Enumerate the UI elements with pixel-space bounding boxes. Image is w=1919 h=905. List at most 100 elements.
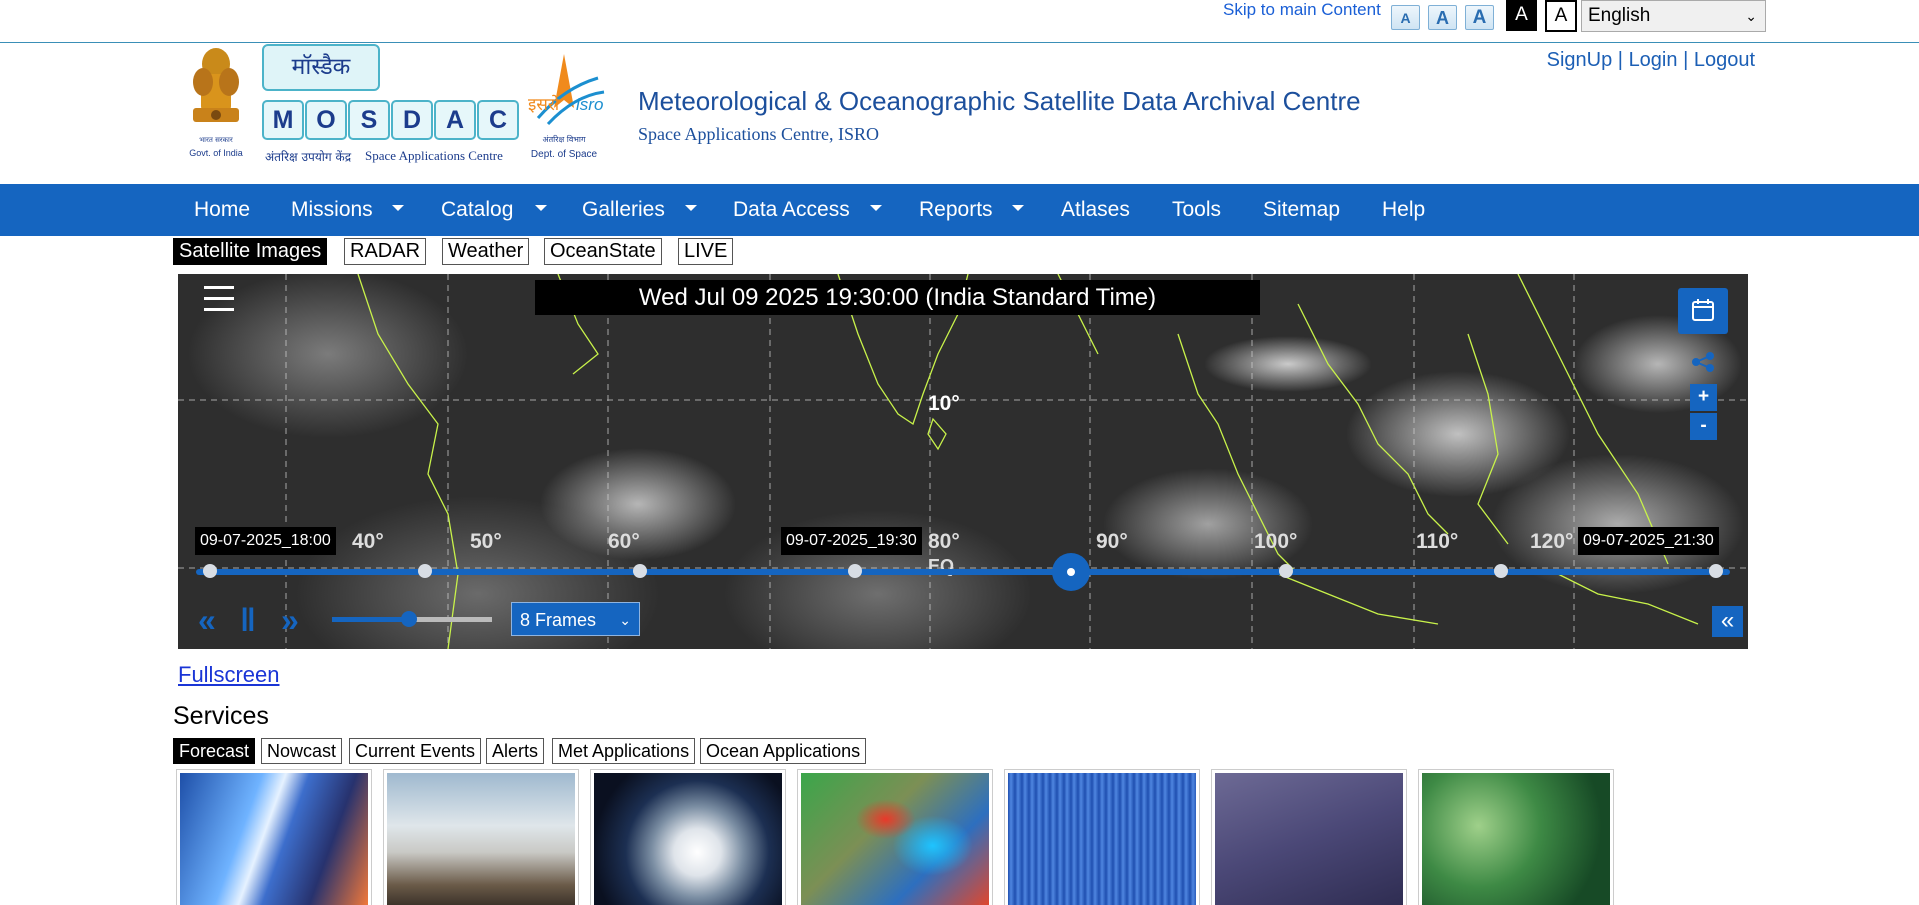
logo-letter: S — [348, 100, 390, 140]
site-subtitle: Space Applications Centre, ISRO — [638, 124, 879, 144]
service-thumbnail[interactable] — [1418, 769, 1614, 905]
service-thumbnail[interactable] — [176, 769, 372, 905]
font-size-small-button[interactable]: A — [1391, 5, 1420, 30]
skip-to-main-link[interactable]: Skip to main Content — [1223, 0, 1381, 20]
time-current-label: 09-07-2025_19:30 — [781, 527, 922, 555]
font-size-large-button[interactable]: A — [1465, 5, 1494, 30]
tab-met-applications[interactable]: Met Applications — [552, 738, 696, 764]
high-contrast-button[interactable]: A — [1506, 0, 1537, 31]
speed-slider-fill — [332, 617, 409, 622]
nav-reports[interactable]: Reports — [919, 184, 993, 236]
auth-links: SignUp | Login | Logout — [1547, 49, 1755, 72]
layers-icon[interactable] — [1690, 350, 1718, 372]
weather-forecast-image — [180, 773, 368, 905]
separator: | — [1617, 49, 1623, 71]
frames-select-value: 8 Frames — [520, 610, 597, 630]
tab-oceanstate[interactable]: OceanState — [544, 238, 662, 265]
zoom-out-button[interactable]: - — [1690, 413, 1717, 440]
service-thumbnail[interactable] — [1004, 769, 1200, 905]
nav-galleries[interactable]: Galleries — [582, 184, 665, 236]
tab-satellite-images[interactable]: Satellite Images — [173, 238, 328, 265]
longitude-label: 40° — [352, 530, 384, 553]
next-frame-button[interactable]: » — [281, 602, 299, 639]
language-value: English — [1588, 5, 1651, 26]
nav-tools[interactable]: Tools — [1172, 184, 1221, 236]
time-slider-tick[interactable] — [1709, 564, 1723, 578]
nav-sitemap[interactable]: Sitemap — [1263, 184, 1340, 236]
language-select[interactable]: English ⌄ — [1581, 0, 1766, 32]
service-thumbnail[interactable] — [590, 769, 786, 905]
nav-home[interactable]: Home — [194, 184, 250, 236]
service-thumbnail[interactable] — [383, 769, 579, 905]
longitude-label: 110° — [1416, 530, 1459, 553]
chevron-down-icon: ⌄ — [619, 612, 631, 628]
tab-ocean-applications[interactable]: Ocean Applications — [700, 738, 867, 764]
logo-caption-hindi: अंतरिक्ष उपयोग केंद्र — [265, 150, 352, 164]
tab-live[interactable]: LIVE — [678, 238, 734, 265]
zoom-in-button[interactable]: + — [1690, 384, 1717, 411]
normal-contrast-button[interactable]: A — [1545, 0, 1577, 32]
main-navbar: Home Missions Catalog Galleries Data Acc… — [0, 184, 1919, 236]
tab-forecast[interactable]: Forecast — [173, 738, 256, 764]
logout-link[interactable]: Logout — [1694, 49, 1755, 71]
font-size-normal-button[interactable]: A — [1428, 5, 1457, 30]
longitude-label: 80° — [928, 530, 960, 553]
svg-text:Govt. of India: Govt. of India — [189, 148, 243, 158]
time-start-label: 09-07-2025_18:00 — [195, 527, 336, 555]
hamburger-menu-icon[interactable] — [204, 286, 234, 314]
svg-text:isro: isro — [576, 95, 603, 114]
satellite-map-viewer[interactable]: Wed Jul 09 2025 19:30:00 (India Standard… — [178, 274, 1748, 649]
svg-text:अंतरिक्ष विभाग: अंतरिक्ष विभाग — [542, 134, 586, 144]
cyclone-image — [594, 773, 782, 905]
separator: | — [1683, 49, 1689, 71]
login-link[interactable]: Login — [1629, 49, 1678, 71]
services-heading: Services — [173, 702, 269, 730]
national-emblem-logo: भारत सरकार Govt. of India — [189, 48, 243, 158]
logo-letter: O — [305, 100, 347, 140]
latitude-label: 10° — [928, 392, 960, 415]
mosdac-hindi-wordmark: मॉस्डैक — [262, 44, 380, 91]
pause-button[interactable]: ‖ — [240, 602, 256, 639]
service-thumbnail[interactable] — [797, 769, 993, 905]
speed-slider-knob[interactable] — [400, 611, 417, 627]
tab-radar[interactable]: RADAR — [344, 238, 427, 265]
svg-text:इसरो: इसरो — [528, 94, 560, 115]
previous-frame-button[interactable]: « — [198, 602, 216, 639]
longitude-label: 90° — [1096, 530, 1128, 553]
isro-logo: इसरो isro अंतरिक्ष विभाग Dept. of Space — [528, 54, 605, 160]
time-end-label: 09-07-2025_21:30 — [1578, 527, 1719, 555]
longitude-label: 50° — [470, 530, 502, 553]
logo-letter: M — [262, 100, 304, 140]
nav-data-access[interactable]: Data Access — [733, 184, 850, 236]
tab-weather[interactable]: Weather — [442, 238, 530, 265]
chevron-down-icon — [1012, 205, 1024, 211]
service-thumbnail[interactable] — [1211, 769, 1407, 905]
tab-current-events[interactable]: Current Events — [349, 738, 482, 764]
nav-atlases[interactable]: Atlases — [1061, 184, 1130, 236]
time-slider-tick[interactable] — [1493, 564, 1508, 578]
lightning-image — [1215, 773, 1403, 905]
frames-select[interactable]: 8 Frames ⌄ — [511, 602, 640, 636]
nav-help[interactable]: Help — [1382, 184, 1425, 236]
calendar-icon — [1692, 299, 1714, 321]
chevron-down-icon — [685, 205, 697, 211]
nav-missions[interactable]: Missions — [291, 184, 373, 236]
logo-letter: C — [477, 100, 519, 140]
fullscreen-link[interactable]: Fullscreen — [178, 662, 279, 688]
tab-nowcast[interactable]: Nowcast — [261, 738, 343, 764]
chevron-down-icon — [392, 205, 404, 211]
mosdac-logo[interactable]: मॉस्डैक M O S D A C अंतरिक्ष उपयोग केंद्… — [260, 44, 520, 164]
nav-catalog[interactable]: Catalog — [441, 184, 513, 236]
speed-slider[interactable] — [332, 611, 492, 627]
tab-alerts[interactable]: Alerts — [486, 738, 545, 764]
collapse-panel-button[interactable]: « — [1712, 606, 1743, 637]
rain-image — [1008, 773, 1196, 905]
calendar-button[interactable] — [1678, 288, 1728, 334]
logo-caption-english: Space Applications Centre — [365, 148, 503, 163]
time-slider-thumb[interactable] — [1051, 553, 1090, 591]
time-slider-tick[interactable] — [203, 564, 217, 578]
signup-link[interactable]: SignUp — [1547, 49, 1613, 71]
chevron-down-icon: ⌄ — [1745, 8, 1757, 24]
time-slider-tick[interactable] — [1278, 564, 1293, 578]
longitude-label: 60° — [608, 530, 640, 553]
